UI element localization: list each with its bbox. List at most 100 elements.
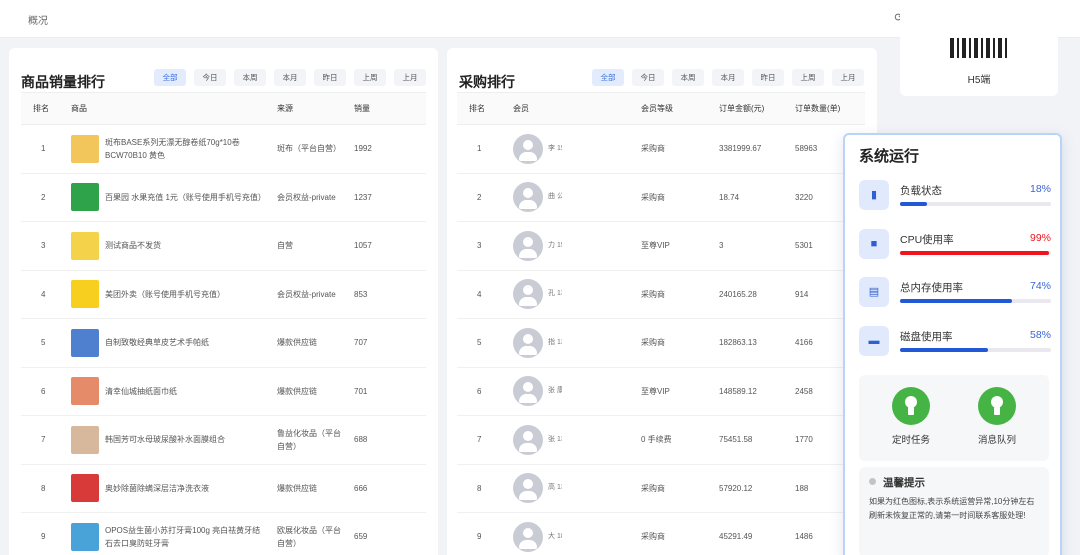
source-text: 爆款供应链 — [277, 386, 317, 396]
table-row[interactable]: 8高 13采购商57920.12188 — [457, 464, 865, 513]
product-name[interactable]: 测试商品不发货 — [105, 239, 161, 252]
source-cell: 斑布（平台自营） — [265, 124, 342, 174]
product-name[interactable]: 自制致敬经典草皮艺术手帕纸 — [105, 336, 209, 349]
amount-cell: 18.74 — [707, 173, 783, 222]
purchase-ranking-title: 采购排行 — [459, 74, 515, 90]
message-queue-button[interactable]: 消息队列 — [967, 387, 1027, 446]
progress-track — [900, 347, 1051, 352]
member-name: 张 13 — [548, 435, 562, 443]
avatar — [513, 182, 543, 213]
table-row[interactable]: 1 斑布BASE系列无漂无醇卷纸70g*10卷 BCW70B10 黄色 斑布（平台自… — [21, 124, 426, 174]
product-thumbnail — [71, 377, 99, 406]
sales-filter-chip[interactable]: 全部 — [154, 69, 186, 86]
scheduled-tasks-button[interactable]: 定时任务 — [881, 387, 941, 446]
sales-cell: 659 — [342, 512, 426, 555]
avatar — [513, 327, 543, 358]
table-row[interactable]: 2 百果园 水果充值 1元（账号使用手机号充值） 会员权益-private 1237 — [21, 173, 426, 222]
table-row[interactable]: 6 清幸仙城抽纸面巾纸 爆款供应链 701 — [21, 367, 426, 416]
purchase-filter-chip[interactable]: 本周 — [672, 69, 704, 86]
purchase-filter-chip[interactable]: 全部 — [592, 69, 624, 86]
sales-ranking-panel: 商品销量排行 全部 今日 本周 本月 昨日 上周 上月 排名 商品 来源 销量 1 斑布BASE系列… — [9, 48, 438, 555]
sales-filter-chip[interactable]: 本月 — [274, 69, 306, 86]
purchase-filter-chip[interactable]: 上月 — [832, 69, 864, 86]
table-row[interactable]: 8 奥妙除菌除螨深层洁净洗衣液 爆款供应链 666 — [21, 464, 426, 513]
purchase-column-header: 订单金额(元) — [707, 92, 783, 125]
product-name[interactable]: 韩国芳可水母玻尿酸补水面膜组合 — [105, 433, 225, 446]
product-cell: 韩国芳可水母玻尿酸补水面膜组合 — [59, 415, 265, 465]
table-row[interactable]: 5指 13采购商182863.134166 — [457, 318, 865, 368]
purchase-filter-chip[interactable]: 今日 — [632, 69, 664, 86]
rank-cell: 5 — [21, 318, 59, 368]
sales-filter-chip[interactable]: 上周 — [354, 69, 386, 86]
member: 孔 13 — [513, 279, 629, 310]
level-cell: 采购商 — [629, 173, 707, 222]
sales-cell: 707 — [342, 318, 426, 368]
amount-cell: 182863.13 — [707, 318, 783, 368]
table-row[interactable]: 9 OPOS益生菌小苏打牙膏100g 亮白祛黄牙结石去口臭防蛀牙膏 欧展化妆品（平台… — [21, 512, 426, 555]
source-text: 鲁益化妆品（平台自营） — [277, 428, 341, 451]
level-cell: 采购商 — [629, 464, 707, 513]
rank-cell: 6 — [457, 367, 501, 416]
product: 斑布BASE系列无漂无醇卷纸70g*10卷 BCW70B10 黄色 — [71, 134, 265, 163]
member-name: 孔 13 — [548, 290, 562, 298]
product-name[interactable]: 斑布BASE系列无漂无醇卷纸70g*10卷 BCW70B10 黄色 — [105, 136, 265, 162]
purchase-filter-chip[interactable]: 本月 — [712, 69, 744, 86]
product-cell: 斑布BASE系列无漂无醇卷纸70g*10卷 BCW70B10 黄色 — [59, 124, 265, 174]
avatar — [513, 279, 543, 310]
sales-filter-chip[interactable]: 昨日 — [314, 69, 346, 86]
table-row[interactable]: 2曲 公 13采购商18.743220 — [457, 173, 865, 222]
sales-filter-chip[interactable]: 本周 — [234, 69, 266, 86]
table-row[interactable]: 9大 18采购商45291.491486 — [457, 512, 865, 555]
product: 清幸仙城抽纸面巾纸 — [71, 377, 265, 406]
member-cell: 高 13 — [501, 464, 629, 513]
product-name[interactable]: 美团外卖（账号使用手机号充值） — [105, 288, 225, 301]
table-row[interactable]: 3 测试商品不发货 自营 1057 — [21, 221, 426, 271]
source-text: 会员权益-private — [277, 289, 336, 299]
product-thumbnail — [71, 425, 99, 454]
stat-label: 总内存使用率 — [900, 282, 963, 294]
member: 曲 公 13 — [513, 182, 629, 213]
member: 力 15 — [513, 230, 629, 261]
product-cell: 测试商品不发货 — [59, 221, 265, 271]
rank-cell: 5 — [457, 318, 501, 368]
qr-code-icon — [950, 38, 1008, 58]
rank-cell: 8 — [457, 464, 501, 513]
sales-filter-chip[interactable]: 今日 — [194, 69, 226, 86]
amount-cell: 148589.12 — [707, 367, 783, 416]
purchase-filter-chip[interactable]: 上周 — [792, 69, 824, 86]
stat-cpu: ■ CPU使用率 99% — [859, 228, 1051, 269]
purchase-filter-chip[interactable]: 昨日 — [752, 69, 784, 86]
table-row[interactable]: 4孔 13采购商240165.28914 — [457, 270, 865, 319]
bulb-icon — [978, 387, 1016, 425]
sales-filter-chip[interactable]: 上月 — [394, 69, 426, 86]
table-row[interactable]: 7张 130 手续费75451.581770 — [457, 415, 865, 465]
table-row[interactable]: 6张 康 18至尊VIP148589.122458 — [457, 367, 865, 416]
sales-column-header: 来源 — [265, 92, 342, 125]
member: 张 13 — [513, 424, 629, 455]
table-row[interactable]: 1李 15采购商3381999.6758963 — [457, 124, 865, 174]
tips-title: 温馨提示 — [883, 477, 925, 489]
source-cell: 爆款供应链 — [265, 318, 342, 368]
rank-cell: 7 — [21, 415, 59, 465]
stat-load: ▮ 负载状态 18% — [859, 180, 1051, 220]
rank-cell: 1 — [457, 124, 501, 174]
product-name[interactable]: 百果园 水果充值 1元（账号使用手机号充值） — [105, 191, 265, 204]
avatar — [513, 473, 543, 504]
table-row[interactable]: 5 自制致敬经典草皮艺术手帕纸 爆款供应链 707 — [21, 318, 426, 368]
member-cell: 力 15 — [501, 221, 629, 271]
product-cell: 百果园 水果充值 1元（账号使用手机号充值） — [59, 173, 265, 222]
progress-fill — [900, 347, 988, 352]
progress-track — [900, 299, 1051, 303]
product-name[interactable]: OPOS益生菌小苏打牙膏100g 亮白祛黄牙结石去口臭防蛀牙膏 — [105, 524, 265, 550]
table-row[interactable]: 7 韩国芳可水母玻尿酸补水面膜组合 鲁益化妆品（平台自营） 688 — [21, 415, 426, 465]
stat-value: 58% — [1029, 328, 1051, 341]
sales-cell: 688 — [342, 415, 426, 465]
product-name[interactable]: 清幸仙城抽纸面巾纸 — [105, 385, 177, 398]
level-cell: 采购商 — [629, 512, 707, 555]
table-row[interactable]: 4 美团外卖（账号使用手机号充值） 会员权益-private 853 — [21, 270, 426, 319]
rank-cell: 3 — [21, 221, 59, 271]
product-name[interactable]: 奥妙除菌除螨深层洁净洗衣液 — [105, 482, 209, 495]
table-row[interactable]: 3力 15至尊VIP35301 — [457, 221, 865, 271]
member-name: 大 18 — [548, 532, 562, 540]
product: 韩国芳可水母玻尿酸补水面膜组合 — [71, 425, 265, 454]
